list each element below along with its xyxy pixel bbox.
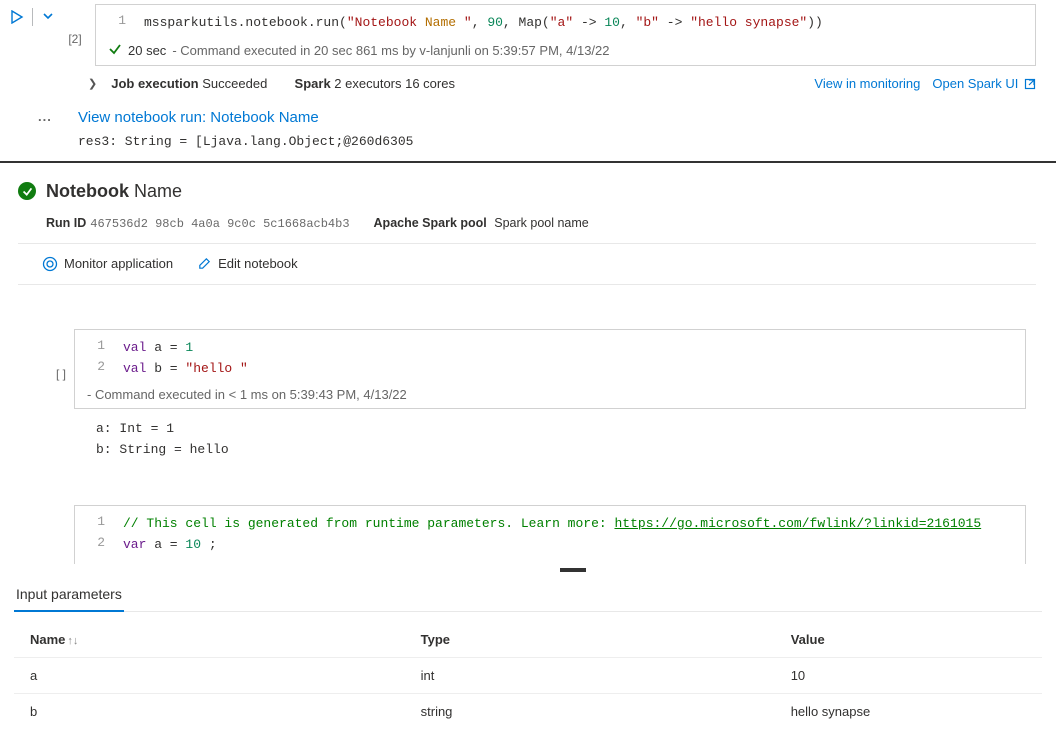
code-cell[interactable]: 1 // This cell is generated from runtime… (74, 505, 1026, 564)
more-menu-icon[interactable]: ... (38, 109, 52, 124)
exec-duration: 20 sec (128, 43, 166, 58)
run-menu-chevron-icon[interactable] (41, 9, 55, 26)
notebook-title: Notebook Name (46, 181, 182, 202)
col-header-name[interactable]: Name↑↓ (14, 624, 405, 658)
code-cell[interactable]: 1 val a = 1 2 val b = "hello " - Command… (74, 329, 1026, 410)
monitor-application-button[interactable]: Monitor application (42, 256, 173, 272)
cell-status: 20 sec - Command executed in 20 sec 861 … (96, 38, 1035, 65)
sort-icon[interactable]: ↑↓ (67, 635, 78, 647)
cell-name: a (14, 657, 405, 693)
learn-more-link[interactable]: https://go.microsoft.com/fwlink/?linkid=… (614, 516, 981, 531)
chevron-right-icon[interactable]: ❯ (88, 77, 97, 90)
line-number: 2 (75, 359, 123, 374)
cell-type: int (405, 657, 775, 693)
divider (32, 8, 33, 26)
status-success-icon (18, 182, 36, 200)
section-divider (0, 161, 1056, 163)
code-content[interactable]: val a = 1 (123, 338, 1025, 359)
view-notebook-run-link[interactable]: View notebook run: Notebook Name (78, 109, 1036, 126)
col-header-value[interactable]: Value (775, 624, 1042, 658)
line-number: 2 (75, 535, 123, 550)
code-content[interactable]: mssparkutils.notebook.run("Notebook Name… (144, 13, 1035, 34)
table-row: a int 10 (14, 657, 1042, 693)
spark-pool: Apache Spark pool Spark pool name (374, 216, 589, 230)
spark-info: Spark 2 executors 16 cores (295, 76, 455, 91)
cell-status: - Command executed in < 1 ms on 5:39:43 … (75, 383, 1025, 408)
run-cell-button[interactable] (10, 10, 24, 24)
edit-notebook-button[interactable]: Edit notebook (197, 256, 298, 271)
result-output: res3: String = [Ljava.lang.Object;@260d6… (78, 134, 1036, 149)
cell-output: a: Int = 1 b: String = hello (18, 413, 1026, 479)
tab-input-parameters[interactable]: Input parameters (14, 580, 124, 612)
cell-name: b (14, 693, 405, 729)
divider (18, 243, 1036, 244)
cell-index: [ ] (18, 329, 74, 381)
view-monitoring-link[interactable]: View in monitoring (814, 76, 920, 91)
open-spark-ui-link[interactable]: Open Spark UI (932, 76, 1036, 91)
parameters-table: Name↑↓ Type Value a int 10 b string hell… (14, 624, 1042, 729)
code-content[interactable]: // This cell is generated from runtime p… (123, 514, 1025, 535)
cell-index: [2] (55, 4, 95, 46)
exec-detail: - Command executed in 20 sec 861 ms by v… (172, 43, 609, 58)
table-row: b string hello synapse (14, 693, 1042, 729)
line-number: 1 (75, 514, 123, 529)
cell-value: 10 (775, 657, 1042, 693)
job-execution-label: Job execution Succeeded (111, 76, 267, 91)
divider (18, 284, 1036, 285)
code-cell[interactable]: 1 mssparkutils.notebook.run("Notebook Na… (95, 4, 1036, 66)
code-content[interactable]: var a = 10 ; (123, 535, 1025, 556)
run-id: Run ID467536d2 98cb 4a0a 9c0c 5c1668acb4… (46, 216, 350, 231)
line-number: 1 (96, 13, 144, 28)
success-check-icon (108, 42, 122, 59)
line-number: 1 (75, 338, 123, 353)
cell-value: hello synapse (775, 693, 1042, 729)
cell-index (18, 505, 74, 543)
col-header-type[interactable]: Type (405, 624, 775, 658)
code-content[interactable]: val b = "hello " (123, 359, 1025, 380)
cell-type: string (405, 693, 775, 729)
